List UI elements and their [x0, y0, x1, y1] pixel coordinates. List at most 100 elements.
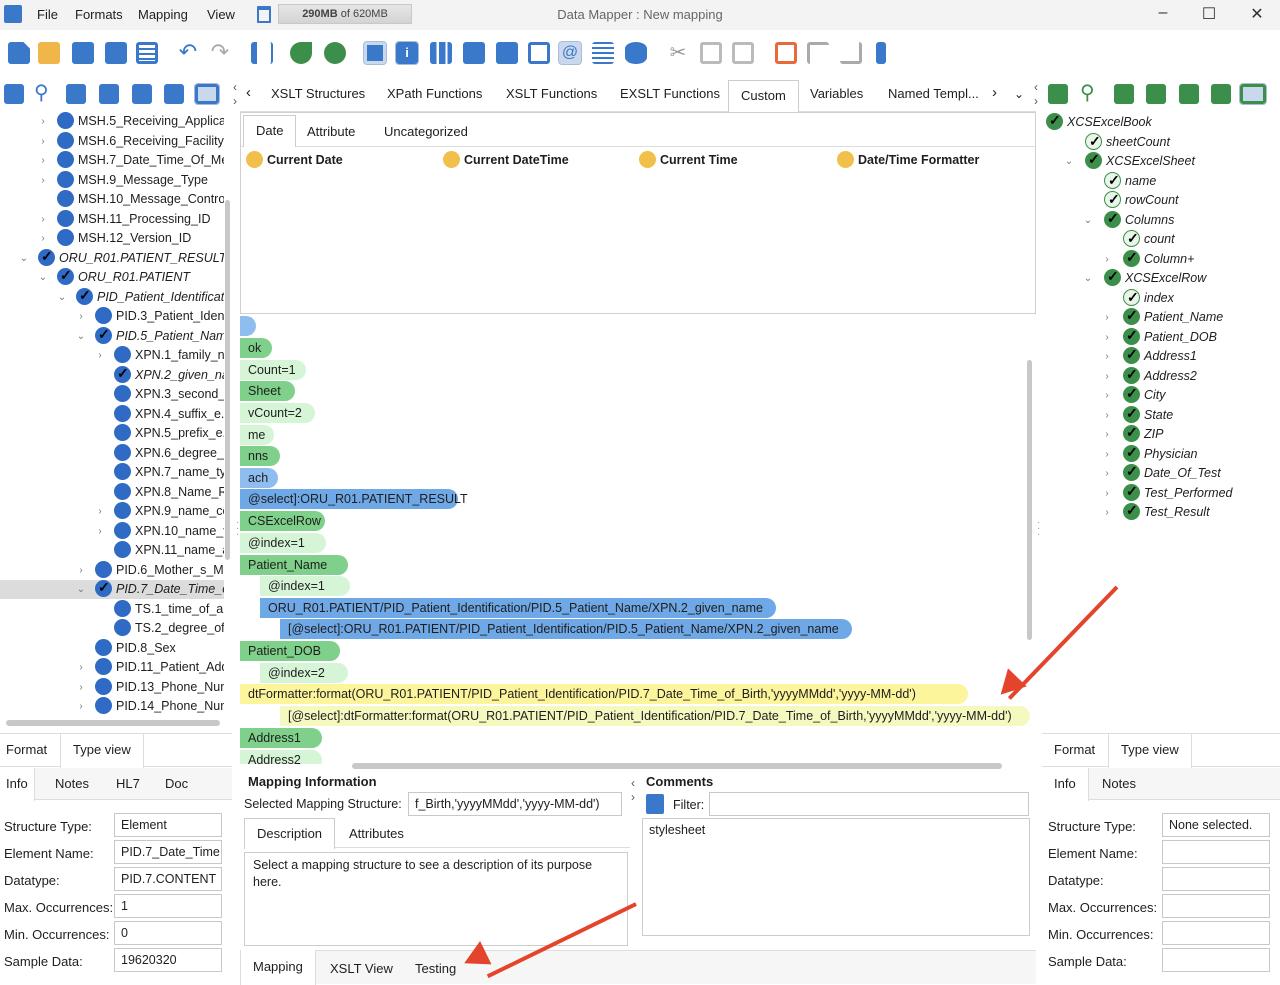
canvas-hscroll[interactable] — [352, 763, 1002, 769]
trash-icon[interactable] — [257, 6, 271, 23]
redo-icon[interactable]: ↷ — [209, 41, 231, 64]
panel-collapse-mid[interactable]: ‹ › — [631, 776, 635, 804]
tree-node[interactable]: PID.8_Sex — [0, 638, 224, 658]
tab-info[interactable]: Info — [1042, 768, 1089, 801]
list-icon[interactable] — [136, 42, 158, 64]
tree-node[interactable]: XPN.3_second_anc — [0, 385, 224, 404]
left-tree-hscroll[interactable] — [6, 720, 220, 726]
mapping-canvas[interactable]: ok Count=1 Sheet vCount=2 me nns ach @select]:O… — [240, 316, 1036, 764]
find-doc-icon[interactable] — [1179, 84, 1199, 104]
expand-arrow-icon[interactable]: › — [1101, 386, 1113, 405]
property-value[interactable]: 1 — [114, 894, 222, 918]
settings-doc-icon[interactable] — [164, 84, 184, 104]
tab-notes[interactable]: Notes — [1102, 776, 1136, 791]
xml-view-icon[interactable] — [363, 41, 387, 65]
expand-arrow-icon[interactable]: ⌄ — [1082, 269, 1094, 288]
info-icon[interactable]: i — [395, 41, 419, 65]
tree-node[interactable]: XPN.7_name_type_ — [0, 463, 224, 482]
tree-node[interactable]: XCSExcelBook — [1044, 113, 1280, 132]
tree-node[interactable]: › Address1 — [1044, 347, 1280, 366]
tab-doc[interactable]: Doc — [165, 776, 188, 791]
expand-arrow-icon[interactable]: › — [94, 346, 106, 365]
expand-arrow-icon[interactable]: › — [1101, 367, 1113, 386]
tree-node[interactable]: › MSH.6_Receiving_Facility — [0, 131, 224, 151]
tab-info[interactable]: Info — [0, 768, 35, 801]
clipboard-icon[interactable] — [1114, 84, 1134, 104]
property-value[interactable] — [1162, 894, 1270, 918]
mapping-node[interactable]: [@select]:ORU_R01.PATIENT/PID_Patient_Id… — [280, 619, 852, 639]
tab-hl7[interactable]: HL7 — [116, 776, 140, 791]
map-green-icon[interactable] — [290, 42, 312, 64]
tab-description[interactable]: Description — [244, 818, 336, 849]
tab-xslt-functions[interactable]: XSLT Functions — [506, 86, 597, 101]
tab-xslt-structures[interactable]: XSLT Structures — [271, 86, 365, 101]
search-icon[interactable]: ⚲ — [1080, 83, 1100, 104]
mapping-node[interactable]: Address2 — [240, 750, 322, 764]
tab-type-view[interactable]: Type view — [1108, 734, 1192, 768]
tab-mapping[interactable]: Mapping — [240, 950, 316, 985]
property-value[interactable] — [1162, 921, 1270, 945]
tab-exslt-functions[interactable]: EXSLT Functions — [620, 86, 720, 101]
mapping-node[interactable]: Count=1 — [240, 360, 306, 380]
shrink-icon[interactable] — [775, 42, 797, 64]
tree-node[interactable]: ⌄ PID.7_Date_Time_of_B — [0, 580, 224, 599]
mapping-node[interactable]: @select]:ORU_R01.PATIENT_RESULT — [240, 489, 468, 509]
expand-arrow-icon[interactable]: ⌄ — [1082, 211, 1094, 230]
tree-node[interactable]: › XPN.9_name_conte — [0, 502, 224, 521]
mapping-node[interactable]: ok — [240, 338, 272, 358]
tree-node[interactable]: ⌄ PID.5_Patient_Name+ — [0, 326, 224, 346]
save-as-icon[interactable] — [105, 42, 127, 64]
subtab-date[interactable]: Date — [243, 115, 297, 147]
at-sign-icon[interactable]: @ — [558, 41, 582, 65]
undo-icon[interactable]: ↶ — [177, 41, 199, 64]
tree-node[interactable]: › PID.3_Patient_Identifie — [0, 307, 224, 326]
expand-arrow-icon[interactable]: ⌄ — [18, 249, 30, 268]
mapping-node[interactable]: me — [240, 425, 274, 445]
split-icon[interactable] — [251, 42, 273, 64]
tree-node[interactable]: XPN.8_Name_Repr — [0, 482, 224, 502]
comments-box[interactable]: stylesheet — [642, 818, 1030, 936]
close-icon[interactable]: ✕ — [1247, 4, 1267, 24]
expand-arrow-icon[interactable]: › — [75, 307, 87, 326]
expand-arrow-icon[interactable]: › — [1101, 308, 1113, 327]
mapping-node[interactable]: Sheet — [240, 381, 295, 401]
property-value[interactable]: Element — [114, 813, 222, 837]
property-value[interactable] — [1162, 840, 1270, 864]
tree-node[interactable]: ⌄ XCSExcelSheet — [1044, 152, 1280, 171]
tree-node[interactable]: ⌄ Columns — [1044, 210, 1280, 230]
find-doc-icon[interactable] — [132, 84, 152, 104]
tree-node[interactable]: ⌄ PID_Patient_Identification — [0, 287, 224, 307]
property-value[interactable]: PID.7.CONTENT — [114, 867, 222, 891]
menu-mapping[interactable]: Mapping — [138, 7, 188, 22]
mapping-node[interactable]: Address1 — [240, 728, 322, 748]
copy-icon[interactable] — [700, 42, 722, 64]
tree-node[interactable]: XPN.2_given_name — [0, 365, 224, 385]
canvas-vscroll[interactable] — [1027, 360, 1032, 640]
tree-node[interactable]: count — [1044, 230, 1280, 249]
splitter-handle[interactable]: · · · — [1037, 518, 1040, 540]
subtab-uncategorized[interactable]: Uncategorized — [384, 124, 468, 139]
mapping-node[interactable]: Patient_DOB — [240, 641, 340, 661]
filter-input[interactable] — [709, 792, 1029, 816]
function-current-datetime[interactable]: Current DateTime — [443, 151, 569, 168]
property-value[interactable]: 19620320 — [114, 948, 222, 972]
panel-collapse-left[interactable]: ‹ › — [233, 80, 237, 108]
tree-node[interactable]: name — [1044, 171, 1280, 191]
move-down-icon[interactable] — [840, 42, 862, 64]
mapping-node[interactable]: Patient_Name — [240, 555, 348, 575]
expand-arrow-icon[interactable]: › — [37, 132, 49, 151]
tree-node[interactable]: › PID.6_Mother_s_Maid — [0, 560, 224, 580]
tree-node[interactable]: › Physician — [1044, 444, 1280, 464]
expand-arrow-icon[interactable]: › — [75, 678, 87, 697]
save-icon[interactable] — [72, 42, 94, 64]
function-current-date[interactable]: Current Date — [246, 151, 343, 168]
selected-structure-field[interactable]: f_Birth,'yyyyMMdd','yyyy-MM-dd') — [408, 792, 622, 816]
mapping-node[interactable]: CSExcelRow — [240, 511, 325, 531]
mapping-node[interactable]: vCount=2 — [240, 403, 315, 423]
tab-xpath-functions[interactable]: XPath Functions — [387, 86, 482, 101]
expand-arrow-icon[interactable]: › — [37, 151, 49, 170]
tree-node[interactable]: › MSH.12_Version_ID — [0, 229, 224, 248]
tree-node[interactable]: › Patient_DOB — [1044, 327, 1280, 347]
expand-arrow-icon[interactable]: › — [1101, 464, 1113, 483]
tree-node[interactable]: › State — [1044, 405, 1280, 425]
